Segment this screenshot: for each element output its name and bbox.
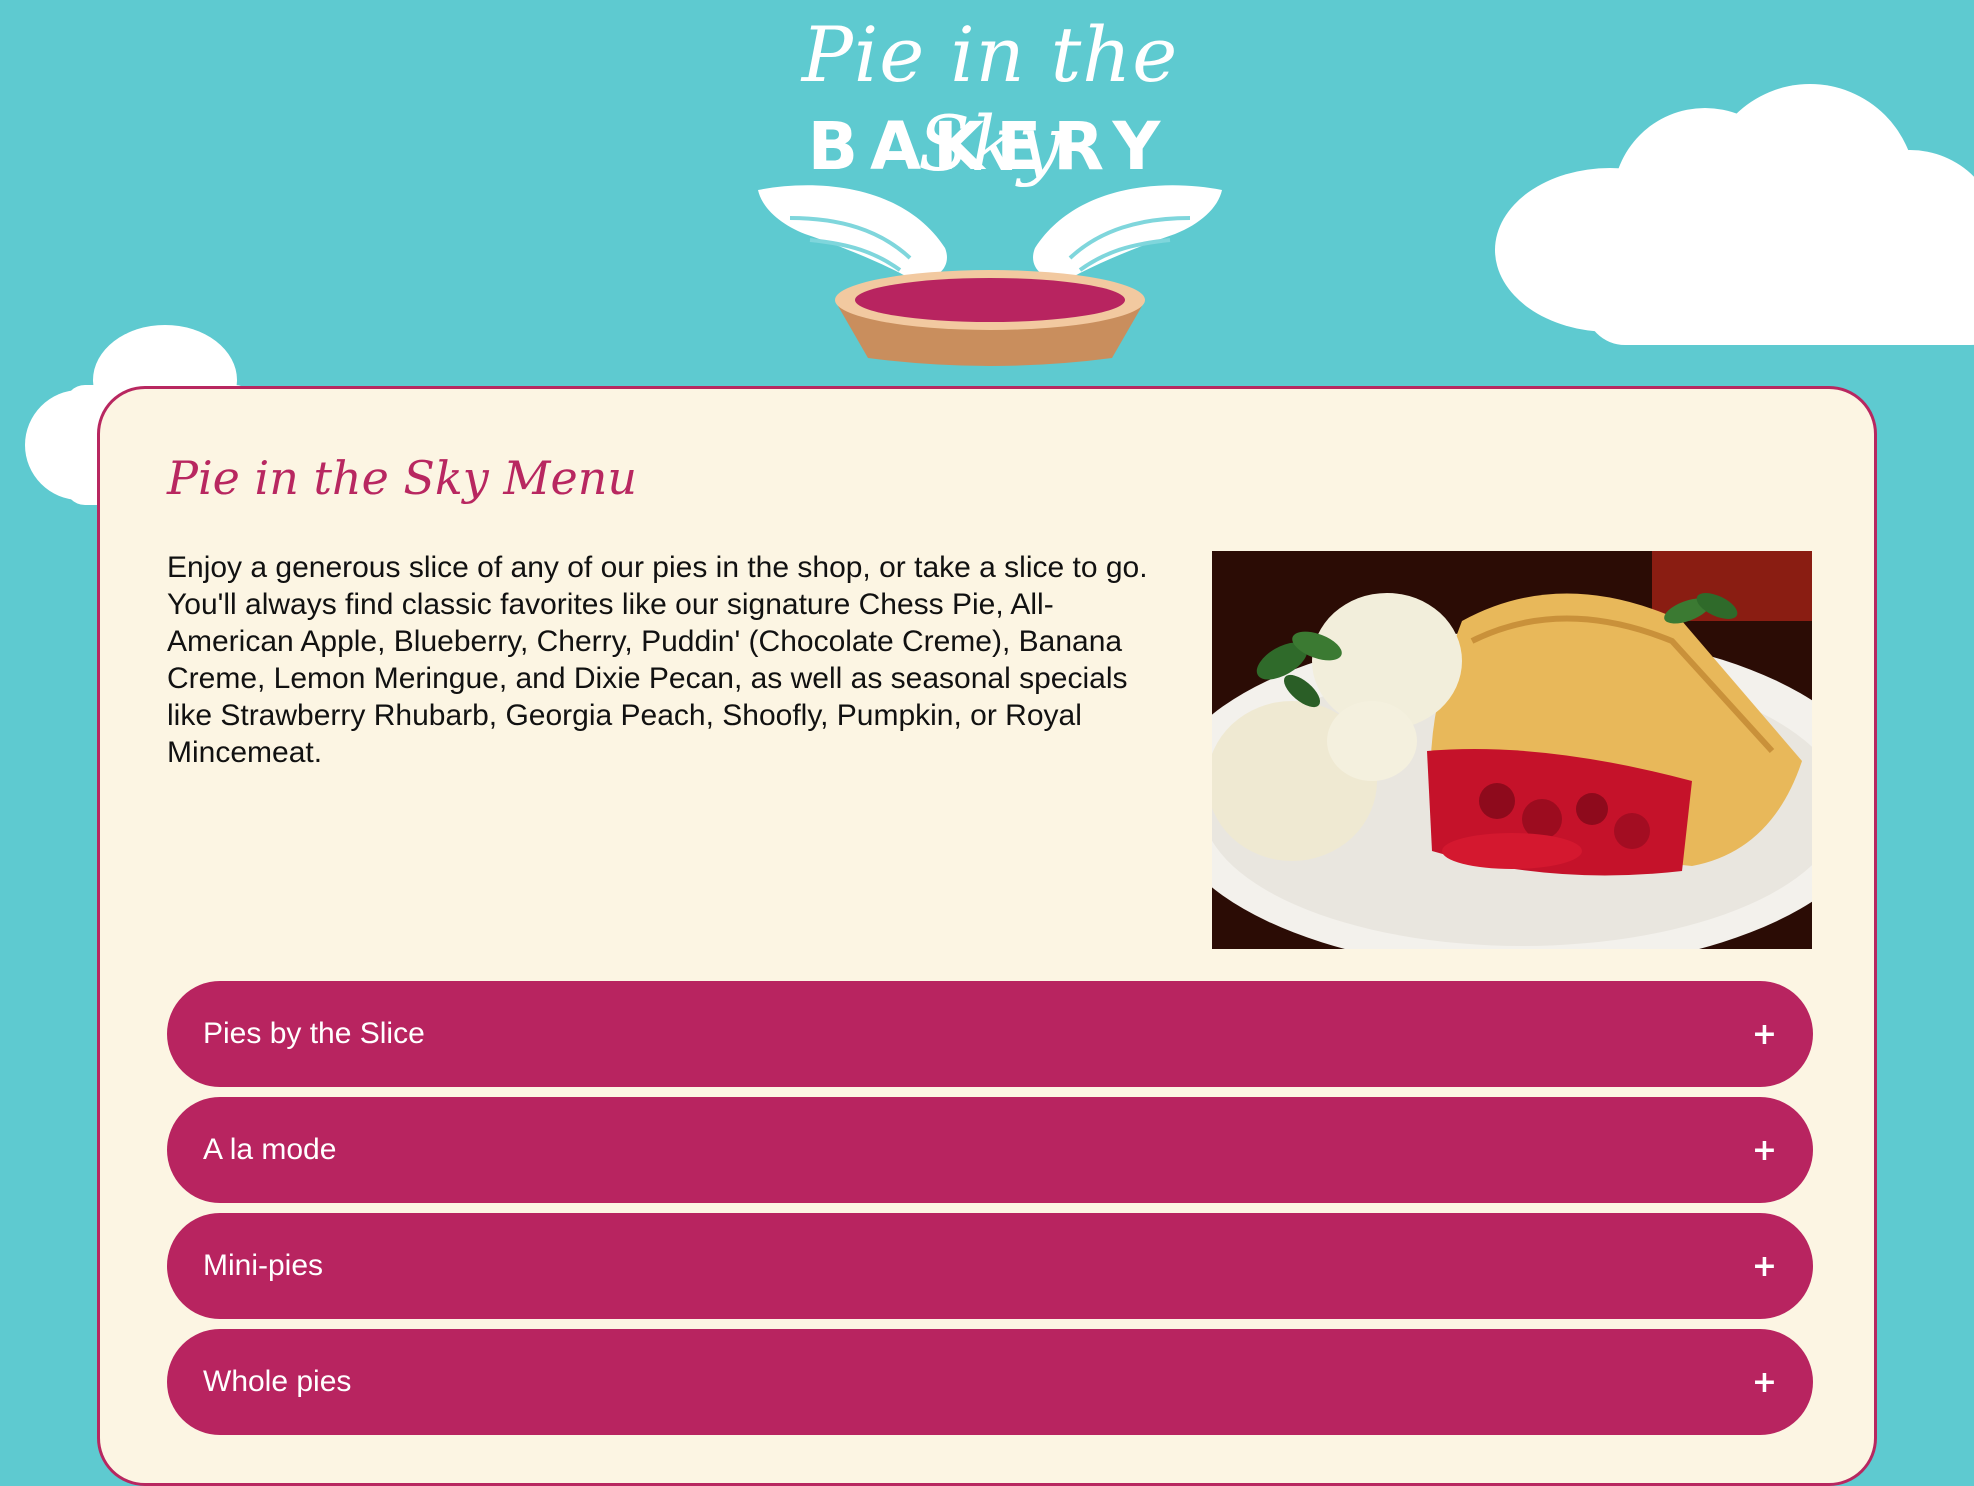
accordion-label: Mini-pies (203, 1249, 324, 1282)
menu-panel: Pie in the Sky Menu Enjoy a generous sli… (97, 386, 1877, 1486)
cloud-decoration (1495, 84, 1974, 345)
winged-pie-icon (758, 185, 1222, 366)
expand-plus-icon[interactable]: + (1752, 1249, 1777, 1284)
logo-subtitle: BAKERY (807, 108, 1173, 185)
cherry-pie-photo (1212, 551, 1812, 949)
menu-accordion: Pies by the Slice + A la mode + Mini-pie… (167, 981, 1813, 1445)
menu-intro-text: Enjoy a generous slice of any of our pie… (167, 551, 1148, 769)
accordion-pies-by-the-slice[interactable]: Pies by the Slice + (167, 981, 1813, 1087)
accordion-label: Whole pies (203, 1365, 352, 1398)
expand-plus-icon[interactable]: + (1752, 1133, 1777, 1168)
accordion-label: A la mode (203, 1133, 337, 1166)
accordion-label: Pies by the Slice (203, 1017, 425, 1050)
expand-plus-icon[interactable]: + (1752, 1365, 1777, 1400)
accordion-a-la-mode[interactable]: A la mode + (167, 1097, 1813, 1203)
expand-plus-icon[interactable]: + (1752, 1017, 1777, 1052)
bakery-logo[interactable]: Pie in the Sky BAKERY (740, 10, 1240, 366)
page-title: Pie in the Sky Menu (167, 451, 637, 505)
accordion-mini-pies[interactable]: Mini-pies + (167, 1213, 1813, 1319)
accordion-whole-pies[interactable]: Whole pies + (167, 1329, 1813, 1435)
